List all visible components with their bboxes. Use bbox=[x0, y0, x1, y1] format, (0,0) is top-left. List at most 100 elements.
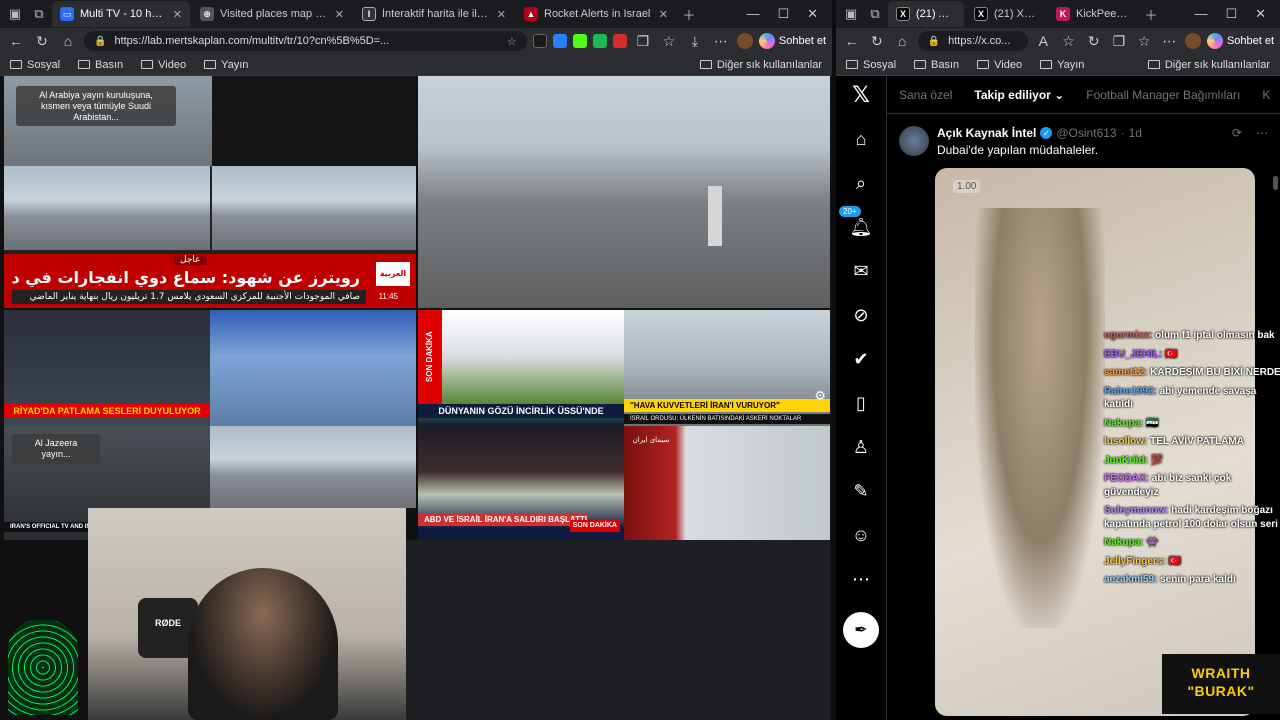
new-tab-icon[interactable]: ＋ bbox=[1140, 3, 1162, 25]
tab-actions-icon[interactable]: ⧉ bbox=[28, 3, 50, 25]
grok-icon[interactable]: ⊘ bbox=[849, 304, 873, 326]
refresh-icon[interactable]: ↻ bbox=[867, 33, 886, 50]
tab-kickpeek[interactable]: K KickPeek - K bbox=[1048, 1, 1138, 27]
more-icon[interactable]: ⋯ bbox=[1256, 126, 1268, 140]
more-icon[interactable]: ⋯ bbox=[849, 568, 873, 590]
profile-avatar[interactable] bbox=[1184, 33, 1201, 49]
tab-x-home[interactable]: X (21) Ana bbox=[888, 1, 964, 27]
favorite-star-icon[interactable]: ☆ bbox=[1059, 33, 1078, 50]
minimize-icon[interactable]: — bbox=[1194, 6, 1207, 22]
workspaces-icon[interactable]: ▣ bbox=[840, 3, 862, 25]
search-icon[interactable]: ⌕ bbox=[849, 172, 873, 194]
back-icon[interactable]: ← bbox=[842, 33, 861, 49]
url-field[interactable]: 🔒 https://lab.mertskaplan.com/multitv/tr… bbox=[84, 31, 527, 51]
close-icon[interactable]: ✕ bbox=[335, 8, 344, 21]
other-favorites[interactable]: Diğer sık kullanılanlar bbox=[699, 59, 822, 71]
maximize-icon[interactable]: ☐ bbox=[777, 6, 789, 22]
tv-tile-iran-tv[interactable]: سيمای ايران bbox=[624, 426, 830, 540]
tweet-time[interactable]: 1d bbox=[1129, 126, 1142, 140]
x-logo-icon[interactable]: 𝕏 bbox=[849, 82, 873, 107]
tab-visited-places[interactable]: ⊕ Visited places map editor ✕ bbox=[192, 1, 352, 27]
left-bookmarks-bar: Sosyal Basın Video Yayın Diğer sık kulla… bbox=[0, 54, 832, 76]
bookmark-folder-basin[interactable]: Basın bbox=[914, 59, 959, 71]
maximize-icon[interactable]: ☐ bbox=[1225, 6, 1237, 22]
refresh-icon[interactable]: ↻ bbox=[32, 33, 52, 50]
tab-interaktif-harita[interactable]: I İnteraktif harita ile ilgili son İran … bbox=[354, 1, 514, 27]
bookmark-folder-sosyal[interactable]: Sosyal bbox=[846, 59, 896, 71]
new-tab-icon[interactable]: ＋ bbox=[678, 3, 700, 25]
tv-tile-incirlik[interactable]: SON DAKİKA DÜNYANIN GÖZÜ İNCİRLİK ÜSSÜ'N… bbox=[418, 310, 624, 426]
collections-icon[interactable]: ❐ bbox=[1109, 33, 1128, 50]
home-icon[interactable]: ⌂ bbox=[892, 33, 911, 49]
bookmark-folder-sosyal[interactable]: Sosyal bbox=[10, 59, 60, 71]
avatar[interactable] bbox=[899, 126, 929, 156]
extension-icon[interactable] bbox=[532, 34, 547, 48]
notifications-icon[interactable]: 🔔︎ 20+ bbox=[839, 206, 873, 238]
extension-icon[interactable] bbox=[592, 34, 607, 48]
profile-avatar[interactable] bbox=[736, 33, 753, 49]
back-icon[interactable]: ← bbox=[6, 33, 26, 49]
copilot-button[interactable]: Sohbet et bbox=[1206, 33, 1274, 49]
overlay-brand: WRAITH bbox=[1191, 665, 1251, 681]
bookmark-folder-video[interactable]: Video bbox=[141, 59, 186, 71]
tv-tile-news-panel[interactable]: RİYAD'DA PATLAMA SESLERİ DUYULUYOR bbox=[4, 310, 210, 426]
close-icon[interactable]: ✕ bbox=[173, 8, 182, 21]
tab-football-manager[interactable]: Football Manager Bağımlıları bbox=[1086, 88, 1240, 102]
tab-k[interactable]: K bbox=[1262, 88, 1270, 102]
extension-icon[interactable] bbox=[572, 34, 587, 48]
tv-tile-abd-israil[interactable]: ABD VE İSRAİL İRAN'A SALDIRI BAŞLATTI SO… bbox=[418, 426, 624, 540]
close-window-icon[interactable]: ✕ bbox=[1255, 6, 1266, 22]
tab-actions-icon[interactable]: ⧉ bbox=[864, 3, 886, 25]
workspaces-icon[interactable]: ▣ bbox=[4, 3, 26, 25]
close-icon[interactable]: ✕ bbox=[497, 8, 506, 21]
refresh-extension-icon[interactable]: ↻ bbox=[1084, 33, 1103, 50]
bookmark-folder-yayin[interactable]: Yayın bbox=[204, 59, 248, 71]
tab-x-pro[interactable]: X (21) X Pro bbox=[966, 1, 1046, 27]
playback-rate[interactable]: 1.00 bbox=[953, 180, 981, 193]
more-icon[interactable]: ⋯ bbox=[711, 33, 731, 50]
tweet[interactable]: Açık Kaynak İntel ✓ @Osint613 · 1d ⟳ ⋯ D… bbox=[887, 114, 1280, 157]
profile-icon[interactable]: ☺ bbox=[849, 524, 873, 546]
lists-icon[interactable]: ✔ bbox=[849, 348, 873, 370]
tv-tile-hava-kuvvetleri[interactable]: "HAVA KUVVETLERİ İRAN'I VURUYOR" İSRAİL … bbox=[624, 310, 830, 426]
favorite-star-icon[interactable]: ☆ bbox=[507, 35, 517, 48]
premium-icon[interactable]: ✎ bbox=[849, 480, 873, 502]
extension-icon[interactable] bbox=[612, 34, 627, 48]
tv-camera-feed bbox=[4, 166, 210, 250]
author-name[interactable]: Açık Kaynak İntel bbox=[937, 126, 1036, 140]
downloads-icon[interactable]: ⤓ bbox=[685, 33, 705, 50]
favorites-icon[interactable]: ☆ bbox=[659, 33, 679, 50]
url-field[interactable]: 🔒 https://x.co... bbox=[917, 31, 1028, 51]
bookmark-folder-yayin[interactable]: Yayın bbox=[1040, 59, 1084, 71]
tv-tile-multicam[interactable] bbox=[210, 310, 416, 426]
scrollbar[interactable] bbox=[1273, 176, 1278, 190]
bookmark-folder-basin[interactable]: Basın bbox=[78, 59, 123, 71]
tab-rocket-alerts[interactable]: ▲ Rocket Alerts in Israel ✕ bbox=[516, 1, 676, 27]
more-icon[interactable]: ⋯ bbox=[1160, 33, 1179, 50]
bookmark-icon[interactable]: ▯ bbox=[849, 392, 873, 414]
close-icon[interactable]: ✕ bbox=[659, 8, 668, 21]
tab-following[interactable]: Takip ediliyor ⌄ bbox=[974, 88, 1064, 102]
tv-tile-city-view[interactable] bbox=[418, 76, 830, 308]
tv-tile-alarabiya[interactable]: Al Arabiya yayın kuruluşuna, kısmen veya… bbox=[4, 76, 416, 308]
copilot-button[interactable]: Sohbet et bbox=[758, 33, 826, 49]
minimize-icon[interactable]: — bbox=[746, 6, 759, 22]
favorites-icon[interactable]: ☆ bbox=[1135, 33, 1154, 50]
other-favorites[interactable]: Diğer sık kullanılanlar bbox=[1147, 59, 1270, 71]
jobs-icon[interactable]: ♙ bbox=[849, 436, 873, 458]
author-handle[interactable]: @Osint613 bbox=[1056, 126, 1116, 140]
tab-multitv[interactable]: ▭ Multi TV - 10 haber kanalını a ✕ bbox=[52, 1, 190, 27]
grok-icon[interactable]: ⟳ bbox=[1232, 126, 1242, 140]
messages-icon[interactable]: ✉ bbox=[849, 260, 873, 282]
post-button[interactable]: ✒ bbox=[843, 612, 879, 648]
tab-for-you[interactable]: Sana özel bbox=[899, 88, 952, 102]
collections-icon[interactable]: ❐ bbox=[633, 33, 653, 50]
home-icon[interactable]: ⌂ bbox=[849, 128, 873, 150]
tv-tile-skyline[interactable] bbox=[210, 426, 416, 508]
extension-icon[interactable] bbox=[552, 34, 567, 48]
close-window-icon[interactable]: ✕ bbox=[807, 6, 818, 22]
bookmark-folder-video[interactable]: Video bbox=[977, 59, 1022, 71]
read-aloud-icon[interactable]: A bbox=[1034, 33, 1053, 49]
gear-icon[interactable]: ⚙ bbox=[814, 388, 826, 404]
home-icon[interactable]: ⌂ bbox=[58, 33, 78, 49]
